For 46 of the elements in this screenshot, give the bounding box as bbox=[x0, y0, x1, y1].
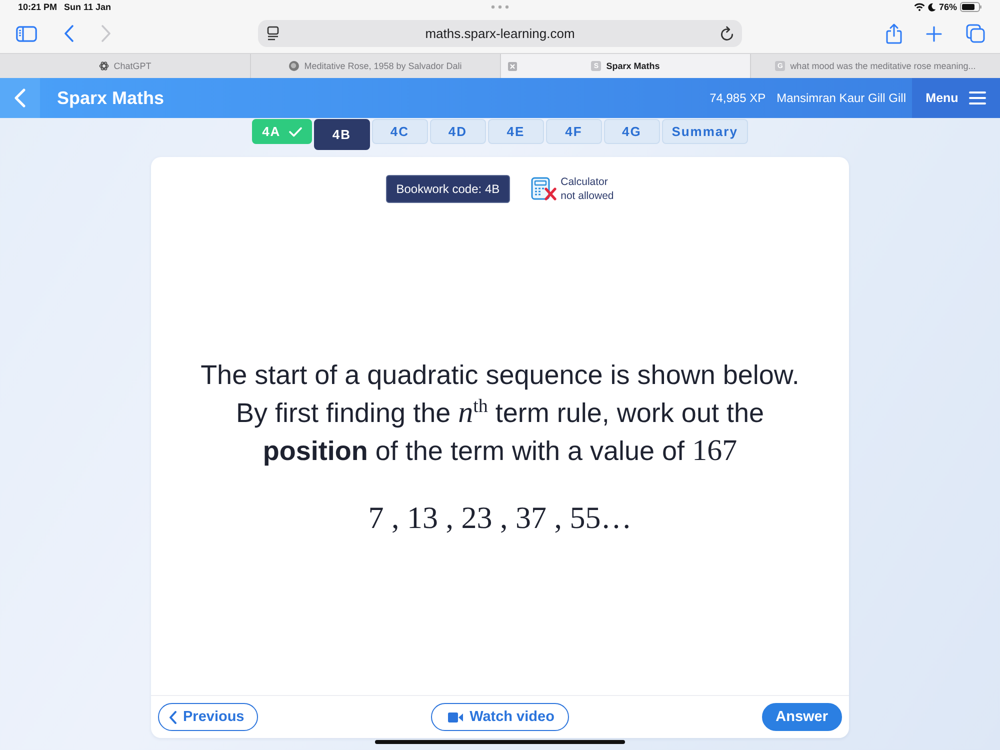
task-tab[interactable]: 4C bbox=[372, 119, 428, 144]
task-tab[interactable]: 4F bbox=[546, 119, 602, 144]
check-icon bbox=[288, 126, 302, 136]
moon-icon bbox=[928, 2, 936, 12]
menu-button[interactable]: Menu bbox=[912, 78, 1000, 118]
plus-icon[interactable] bbox=[926, 26, 942, 42]
question-text: By first finding the n$^{th}$ term rule, work out the position of the term with a value of 167 bbox=[235, 394, 765, 468]
reader-icon[interactable] bbox=[267, 26, 279, 41]
reload-icon[interactable] bbox=[720, 26, 734, 41]
address-bar[interactable]: maths.sparx-learning.com bbox=[258, 20, 742, 47]
back-button[interactable] bbox=[0, 78, 40, 118]
sequence-text: 7 , 13 , 23 , 37 , 55… bbox=[368, 500, 632, 536]
menu-icon bbox=[969, 91, 986, 105]
bookwork-code: Bookwork code: 4B bbox=[386, 175, 510, 203]
calculator-status: not allowed bbox=[560, 189, 614, 203]
answer-button[interactable]: Answer bbox=[762, 703, 842, 731]
close-icon[interactable] bbox=[508, 62, 516, 70]
video-camera-icon bbox=[448, 712, 463, 722]
status-date: Sun 11 Jan bbox=[64, 2, 112, 12]
task-tab[interactable]: 4A bbox=[252, 119, 312, 144]
task-tab[interactable]: Summary bbox=[662, 119, 748, 144]
back-icon[interactable] bbox=[64, 25, 74, 42]
user-name: Mansimran Kaur Gill Gill bbox=[776, 91, 906, 105]
xp-count: 74,985 XP bbox=[710, 91, 766, 105]
task-tab[interactable]: 4E bbox=[488, 119, 544, 144]
chevron-left-icon bbox=[14, 88, 26, 108]
round-thumbnail-icon bbox=[289, 61, 300, 71]
share-icon[interactable] bbox=[886, 23, 902, 44]
question-text: The start of a quadratic sequence is shown below. bbox=[200, 358, 800, 392]
task-tab[interactable]: 4G bbox=[604, 119, 660, 144]
logo-icon bbox=[98, 61, 109, 71]
status-time: 10:21 PM bbox=[18, 2, 58, 12]
previous-button[interactable]: Previous bbox=[158, 703, 258, 731]
app-title: Sparx Maths bbox=[57, 88, 166, 108]
chevron-left-icon bbox=[169, 710, 177, 724]
sidebar-icon[interactable] bbox=[16, 26, 37, 42]
browser-tab[interactable]: ChatGPT bbox=[0, 54, 250, 78]
dots-icon[interactable] bbox=[491, 5, 509, 9]
wifi-icon bbox=[914, 3, 925, 11]
watch-video-button[interactable]: Watch video bbox=[430, 703, 570, 731]
task-tab[interactable]: 4D bbox=[430, 119, 486, 144]
calculator-label: Calculator bbox=[560, 175, 609, 189]
battery-icon bbox=[960, 2, 982, 12]
task-tab[interactable]: 4B bbox=[314, 119, 370, 150]
tabs-icon[interactable] bbox=[966, 24, 985, 43]
battery-percent: 76% bbox=[938, 2, 957, 12]
